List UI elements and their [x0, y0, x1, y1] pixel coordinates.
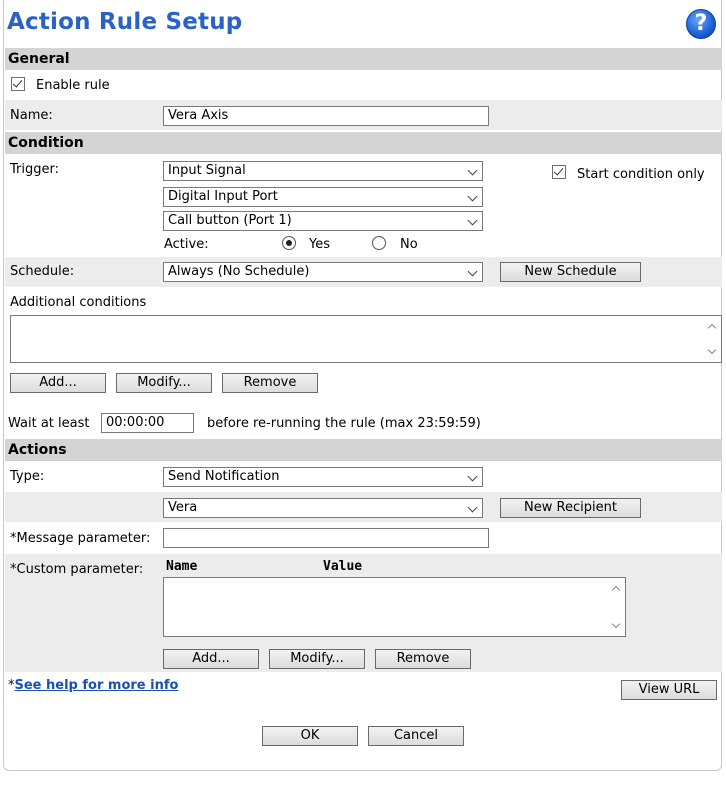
type-label: Type: — [10, 469, 45, 484]
chevron-down-icon — [467, 165, 478, 176]
wait-input[interactable]: 00:00:00 — [101, 413, 194, 433]
enable-rule-checkbox[interactable] — [11, 77, 25, 91]
custom-parameter-list[interactable] — [163, 577, 626, 637]
chevron-down-icon — [467, 191, 478, 202]
new-recipient-button[interactable]: New Recipient — [500, 498, 641, 518]
active-yes-label: Yes — [309, 237, 330, 252]
active-no-label: No — [400, 237, 418, 252]
trigger-select[interactable]: Input Signal — [163, 161, 483, 181]
name-input[interactable]: Vera Axis — [163, 106, 489, 126]
schedule-label: Schedule: — [10, 264, 75, 279]
condition-add-button[interactable]: Add... — [10, 373, 106, 393]
chevron-down-icon — [467, 502, 478, 513]
additional-conditions-list[interactable] — [10, 315, 722, 363]
custom-remove-button[interactable]: Remove — [375, 649, 471, 669]
help-note: *See help for more info — [8, 678, 178, 693]
type-select-value: Send Notification — [168, 469, 280, 484]
enable-rule-label: Enable rule — [36, 78, 110, 93]
additional-conditions-label: Additional conditions — [10, 295, 147, 310]
trigger-select-value: Input Signal — [168, 163, 246, 178]
column-header-name: Name — [166, 559, 198, 574]
recipient-select[interactable]: Vera — [163, 498, 483, 518]
start-condition-label: Start condition only — [577, 167, 705, 182]
schedule-select[interactable]: Always (No Schedule) — [163, 262, 483, 282]
active-yes-radio[interactable] — [282, 236, 296, 250]
scrollbar[interactable] — [608, 578, 625, 636]
port-type-select[interactable]: Digital Input Port — [163, 187, 483, 207]
page-title: Action Rule Setup — [7, 9, 243, 35]
chevron-down-icon — [467, 471, 478, 482]
type-select[interactable]: Send Notification — [163, 467, 483, 487]
start-condition-checkbox[interactable] — [552, 165, 566, 179]
ok-button[interactable]: OK — [262, 726, 358, 746]
active-no-radio[interactable] — [372, 236, 386, 250]
help-icon[interactable]: ? — [686, 9, 716, 39]
trigger-label: Trigger: — [10, 162, 59, 177]
chevron-down-icon — [467, 266, 478, 277]
custom-add-button[interactable]: Add... — [163, 649, 259, 669]
active-label: Active: — [164, 237, 209, 252]
cancel-button[interactable]: Cancel — [368, 726, 464, 746]
message-parameter-label: *Message parameter: — [10, 531, 151, 546]
custom-parameter-label: *Custom parameter: — [10, 562, 144, 577]
schedule-select-value: Always (No Schedule) — [168, 264, 310, 279]
message-parameter-input[interactable] — [163, 528, 489, 548]
port-select[interactable]: Call button (Port 1) — [163, 211, 483, 231]
scroll-up-icon[interactable] — [707, 323, 717, 333]
name-label: Name: — [10, 108, 53, 123]
condition-remove-button[interactable]: Remove — [222, 373, 318, 393]
section-general: General — [5, 48, 722, 70]
help-link[interactable]: See help for more info — [15, 678, 179, 693]
scrollbar[interactable] — [704, 316, 721, 362]
custom-modify-button[interactable]: Modify... — [269, 649, 365, 669]
wait-suffix: before re-running the rule (max 23:59:59… — [207, 416, 481, 431]
wait-label: Wait at least — [8, 416, 90, 431]
chevron-down-icon — [467, 215, 478, 226]
new-schedule-button[interactable]: New Schedule — [500, 262, 641, 282]
section-actions: Actions — [5, 439, 722, 461]
port-type-select-value: Digital Input Port — [168, 189, 278, 204]
condition-modify-button[interactable]: Modify... — [116, 373, 212, 393]
section-condition: Condition — [5, 132, 722, 154]
view-url-button[interactable]: View URL — [621, 680, 717, 700]
scroll-up-icon[interactable] — [611, 585, 621, 595]
column-header-value: Value — [323, 559, 363, 574]
scroll-down-icon[interactable] — [611, 619, 621, 629]
port-select-value: Call button (Port 1) — [168, 213, 292, 228]
scroll-down-icon[interactable] — [707, 345, 717, 355]
recipient-select-value: Vera — [168, 500, 198, 515]
